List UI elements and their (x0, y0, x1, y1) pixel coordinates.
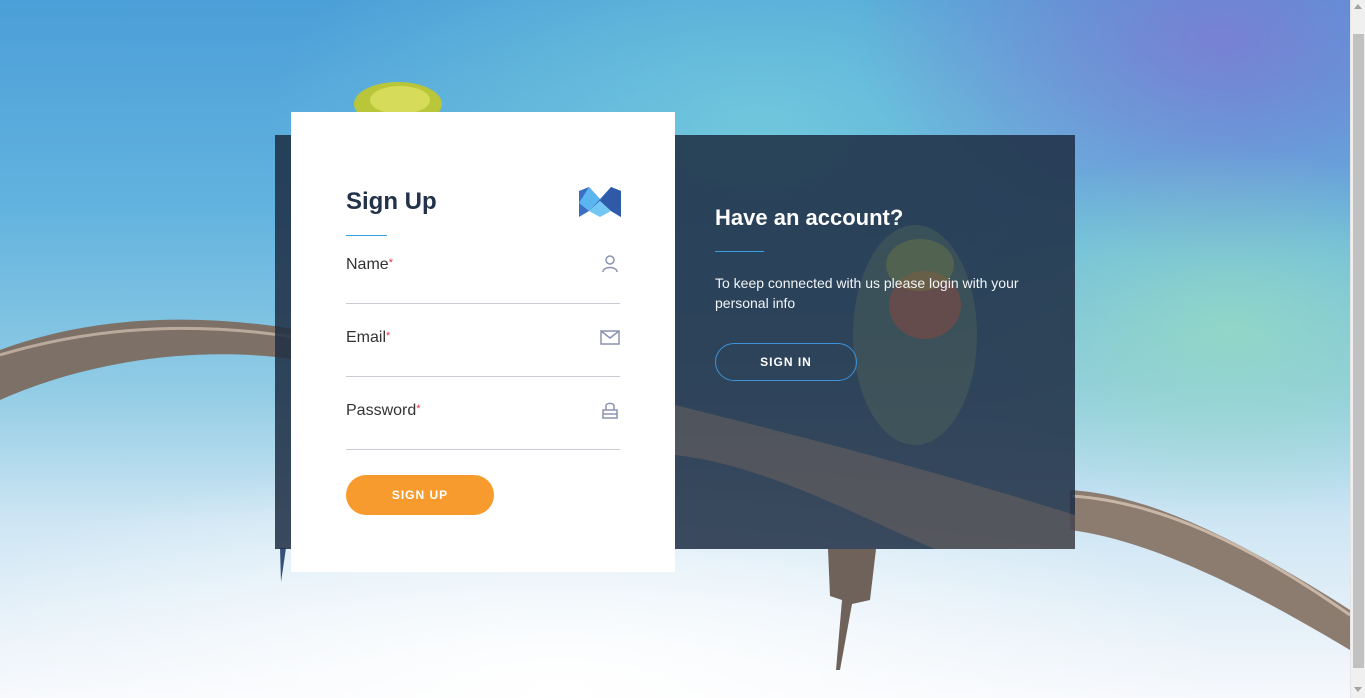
brand-logo-icon (579, 187, 621, 217)
signup-card: Sign Up Name* Email* Password* SIGN UP (291, 112, 675, 572)
password-label: Password* (346, 402, 421, 419)
lock-icon (602, 402, 618, 419)
password-field: Password* (346, 400, 620, 450)
name-label: Name* (346, 256, 393, 273)
signin-description: To keep connected with us please login w… (715, 275, 1019, 311)
title-underline (715, 251, 764, 252)
signup-button[interactable]: SIGN UP (346, 475, 494, 515)
scroll-up-arrow-icon[interactable] (1354, 4, 1362, 9)
vertical-scrollbar[interactable] (1350, 0, 1365, 698)
signin-content: Have an account? To keep connected with … (715, 135, 1075, 549)
email-field: Email* (346, 327, 620, 377)
user-icon (602, 255, 618, 273)
envelope-icon (600, 330, 620, 345)
scroll-thumb[interactable] (1353, 34, 1364, 668)
signin-button[interactable]: SIGN IN (715, 343, 857, 381)
title-underline (346, 235, 387, 236)
signin-title: Have an account? (715, 205, 904, 230)
scroll-down-arrow-icon[interactable] (1354, 687, 1362, 692)
signup-title: Sign Up (346, 188, 437, 215)
email-input[interactable] (346, 351, 586, 371)
password-input[interactable] (346, 424, 586, 444)
name-input[interactable] (346, 278, 586, 298)
name-field: Name* (346, 254, 620, 304)
email-label: Email* (346, 329, 391, 346)
